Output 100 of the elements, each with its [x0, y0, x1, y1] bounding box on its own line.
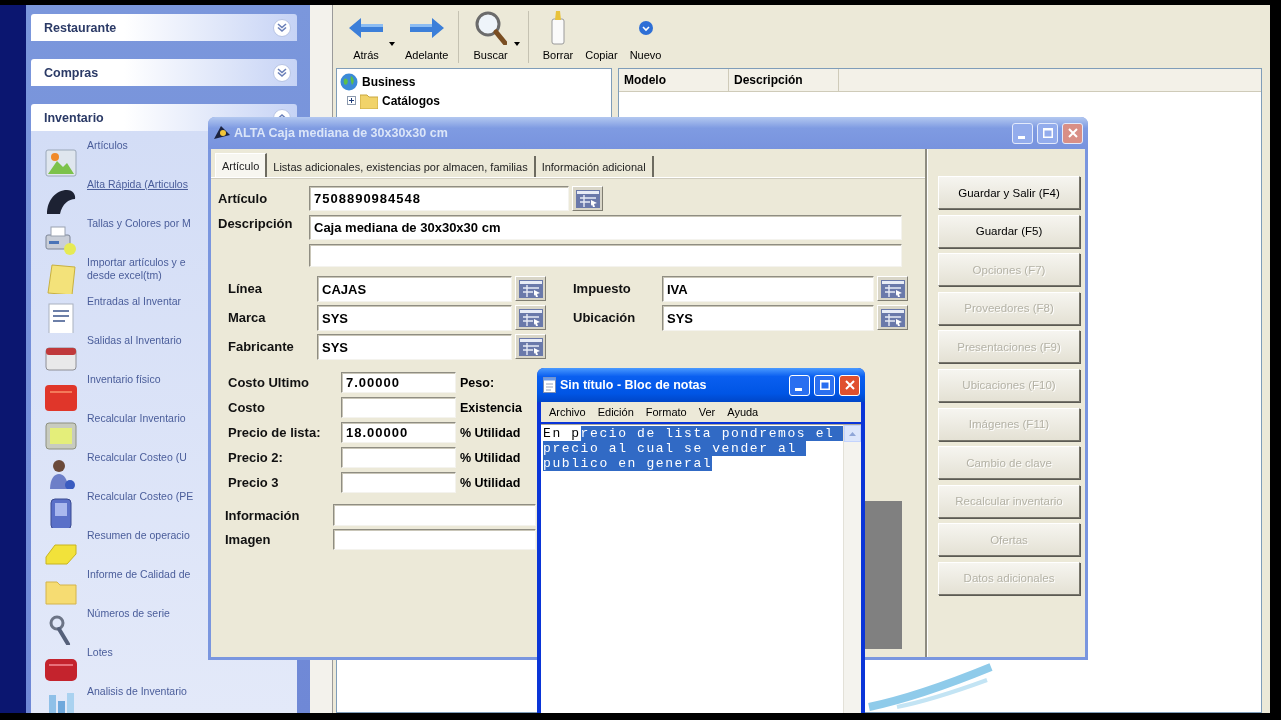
text-field[interactable]	[333, 504, 536, 526]
eraser-icon	[549, 11, 566, 45]
field-label: Artículo	[218, 190, 269, 206]
search-icon	[474, 11, 507, 45]
field-label: Precio 3	[228, 475, 280, 490]
expand-icon[interactable]	[347, 96, 356, 105]
task-link[interactable]: Números de serie	[87, 607, 170, 620]
task-link[interactable]: Tallas y Colores por M	[87, 217, 191, 230]
column-header[interactable]: Modelo	[619, 69, 729, 91]
action-button[interactable]: Guardar (F5)	[938, 214, 1080, 248]
text-field[interactable]: SYS	[662, 305, 874, 331]
task-link[interactable]: Resumen de operacio	[87, 529, 190, 542]
field-label: % Utilidad	[460, 450, 521, 465]
text-field[interactable]: 18.00000	[341, 422, 456, 443]
toolbar-button[interactable]: Borrar	[536, 8, 580, 63]
menu-item[interactable]: Formato	[639, 406, 693, 418]
text-field[interactable]	[341, 472, 456, 493]
notepad-icon	[543, 377, 556, 393]
task-link[interactable]: Alta Rápida (Articulos	[87, 178, 188, 191]
menu-item[interactable]: Ver	[692, 406, 722, 418]
tree-item[interactable]: Business	[362, 74, 416, 89]
text-field[interactable]	[341, 447, 456, 468]
menu-item[interactable]: Ayuda	[721, 406, 765, 418]
task-link[interactable]: Importar artículos y e desde excel(tm)	[87, 256, 186, 282]
task-link[interactable]: Recalcular Costeo (PE	[87, 490, 194, 503]
toolbar-button[interactable]: Buscar	[467, 8, 514, 63]
lookup-button[interactable]	[515, 305, 546, 330]
task-link[interactable]: Informe de Calidad de	[87, 568, 191, 581]
text-field[interactable]: CAJAS	[317, 276, 512, 302]
table-icon	[518, 337, 543, 356]
field-label: % Utilidad	[460, 425, 521, 440]
task-link[interactable]: Artículos	[87, 139, 128, 152]
task-link[interactable]: Analisis de Inventario	[87, 685, 187, 698]
caret-up-icon	[849, 431, 856, 436]
toolbar-button[interactable]: Copiar	[579, 8, 624, 63]
task-link[interactable]: Recalcular Inventario	[87, 412, 186, 425]
text-field[interactable]: SYS	[317, 305, 512, 331]
field-label: Marca	[228, 309, 267, 325]
action-button[interactable]: Guardar y Salir (F4)	[938, 176, 1080, 209]
task-link[interactable]: Lotes	[87, 646, 113, 659]
lookup-button[interactable]	[877, 276, 908, 301]
field-label: Línea	[228, 280, 263, 296]
lookup-button[interactable]	[515, 334, 546, 359]
task-link[interactable]: Recalcular Costeo (U	[87, 451, 187, 464]
table-icon	[575, 189, 600, 208]
tab[interactable]: Artículo	[215, 153, 268, 177]
table-icon	[880, 279, 905, 298]
window-title: Sin título - Bloc de notas	[560, 378, 708, 392]
field-label: Costo	[228, 400, 266, 415]
field-label: Información	[225, 507, 301, 523]
menu-item[interactable]: Edición	[591, 406, 640, 418]
tab[interactable]: Listas adicionales, existencias por almacen, familias	[267, 156, 536, 177]
caret-down-icon[interactable]	[513, 42, 520, 46]
scrollbar[interactable]	[843, 425, 861, 713]
document-icon	[45, 303, 77, 333]
text-field[interactable]: Caja mediana de 30x30x30 cm	[309, 215, 902, 240]
task-link[interactable]: Entradas al Inventar	[87, 295, 181, 308]
lookup-button[interactable]	[572, 186, 603, 211]
task-link[interactable]: Inventario físico	[87, 373, 161, 386]
lookup-button[interactable]	[515, 276, 546, 301]
field-label: Precio 2:	[228, 450, 284, 465]
text-field[interactable]: 7508890984548	[309, 186, 569, 211]
app-icon	[214, 125, 230, 141]
text-field[interactable]	[309, 244, 902, 267]
field-label: Precio de lista:	[228, 425, 322, 440]
maximize-icon	[1042, 128, 1053, 138]
text-field[interactable]: IVA	[662, 276, 874, 302]
minimize-icon	[795, 387, 802, 391]
close-icon	[1067, 128, 1078, 138]
field-label: Costo Ultimo	[228, 375, 310, 390]
monitor-icon	[45, 420, 77, 450]
text-field[interactable]	[341, 397, 456, 418]
task-link[interactable]: Salidas al Inventario	[87, 334, 182, 347]
field-label: % Utilidad	[460, 475, 521, 490]
close-icon	[844, 380, 855, 390]
right-arrow-icon	[409, 18, 444, 38]
table-icon	[518, 308, 543, 327]
field-label: Fabricante	[228, 338, 295, 354]
globe-icon	[340, 72, 358, 91]
lookup-button[interactable]	[877, 305, 908, 330]
notepad-text[interactable]: En p recio de lista pondremos el precio al cual se vender al publico en general	[541, 425, 843, 471]
toolbar-button[interactable]: Atrás	[343, 8, 389, 63]
tab[interactable]: Información adicional	[535, 156, 654, 177]
printer-icon	[45, 225, 77, 255]
text-field[interactable]	[333, 529, 536, 550]
field-label: Peso:	[460, 375, 495, 390]
column-header[interactable]: Descripción	[729, 69, 839, 91]
section-header[interactable]: Compras	[31, 59, 297, 86]
caret-down-icon[interactable]	[389, 42, 395, 46]
text-field[interactable]: SYS	[317, 334, 512, 360]
menu-item[interactable]: Archivo	[543, 406, 592, 418]
text-field[interactable]: 7.00000	[341, 372, 456, 393]
left-arrow-icon	[349, 18, 383, 38]
field-label: Imagen	[225, 532, 272, 547]
toolbar-button[interactable]: Nuevo	[623, 8, 668, 63]
toolbar-button[interactable]: Adelante	[399, 8, 455, 63]
field-label: Descripción	[218, 215, 294, 231]
section-header[interactable]: Restaurante	[31, 14, 297, 41]
tree-item[interactable]: Catálogos	[382, 93, 440, 108]
field-label: Ubicación	[573, 309, 637, 325]
